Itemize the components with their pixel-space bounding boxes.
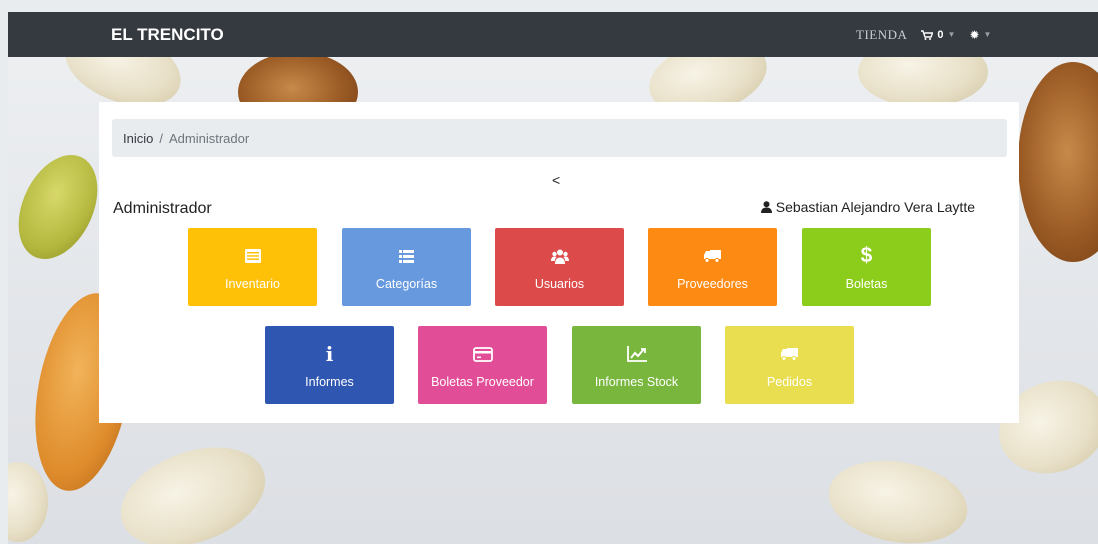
settings-dropdown[interactable]: ✹ ▼ (969, 28, 991, 42)
tile-boletas[interactable]: $ Boletas (802, 228, 931, 306)
chevron-down-icon: ▼ (983, 30, 992, 39)
tile-pedidos[interactable]: Pedidos (725, 326, 854, 404)
user-name: Sebastian Alejandro Vera Laytte (775, 199, 975, 215)
truck-icon (704, 243, 721, 269)
users-icon (550, 243, 569, 269)
current-user: Sebastian Alejandro Vera Laytte (760, 199, 975, 215)
cart-icon (921, 29, 934, 40)
credit-card-icon (472, 341, 493, 367)
admin-panel-card: Inicio / Administrador < Administrador S… (99, 102, 1019, 423)
tile-label: Categorías (375, 277, 438, 291)
tile-inventario[interactable]: Inventario (188, 228, 317, 306)
cart-dropdown[interactable]: 0 ▼ (921, 29, 955, 41)
tile-label: Boletas (845, 277, 888, 291)
breadcrumb-home-link[interactable]: Inicio (123, 131, 153, 146)
tile-label: Informes (305, 375, 354, 389)
tile-proveedores[interactable]: Proveedores (648, 228, 777, 306)
tile-label: Inventario (225, 277, 280, 291)
cart-count: 0 (937, 28, 944, 41)
tile-usuarios[interactable]: Usuarios (495, 228, 624, 306)
truck-icon (781, 341, 798, 367)
breadcrumb-current: Administrador (168, 130, 250, 146)
list-icon (399, 243, 414, 269)
chevron-down-icon: ▼ (947, 30, 956, 39)
navbar-right: TIENDA 0 ▼ ✹ ▼ (856, 27, 991, 43)
breadcrumb-separator: / (159, 130, 163, 146)
tile-informes-stock[interactable]: Informes Stock (572, 326, 701, 404)
tile-informes[interactable]: i Informes (265, 326, 394, 404)
line-chart-icon (626, 341, 647, 367)
tile-label: Informes Stock (594, 375, 679, 389)
user-icon (760, 201, 772, 213)
tile-label: Usuarios (534, 277, 585, 291)
gear-icon: ✹ (969, 27, 980, 42)
tile-boletas-proveedor[interactable]: Boletas Proveedor (418, 326, 547, 404)
back-button[interactable]: < (552, 172, 560, 188)
tile-label: Proveedores (677, 277, 748, 291)
breadcrumb: Inicio / Administrador (112, 119, 1007, 157)
list-alt-icon (244, 243, 261, 269)
brand-logo[interactable]: EL TRENCITO (111, 25, 224, 45)
tile-label: Pedidos (766, 375, 813, 389)
navbar: EL TRENCITO TIENDA 0 ▼ ✹ ▼ (8, 12, 1098, 57)
dollar-icon: $ (860, 244, 873, 267)
tile-categorias[interactable]: Categorías (342, 228, 471, 306)
page-title: Administrador (113, 200, 212, 217)
tile-label: Boletas Proveedor (431, 375, 534, 389)
info-icon: i (325, 342, 334, 366)
nav-link-tienda[interactable]: TIENDA (856, 27, 907, 43)
